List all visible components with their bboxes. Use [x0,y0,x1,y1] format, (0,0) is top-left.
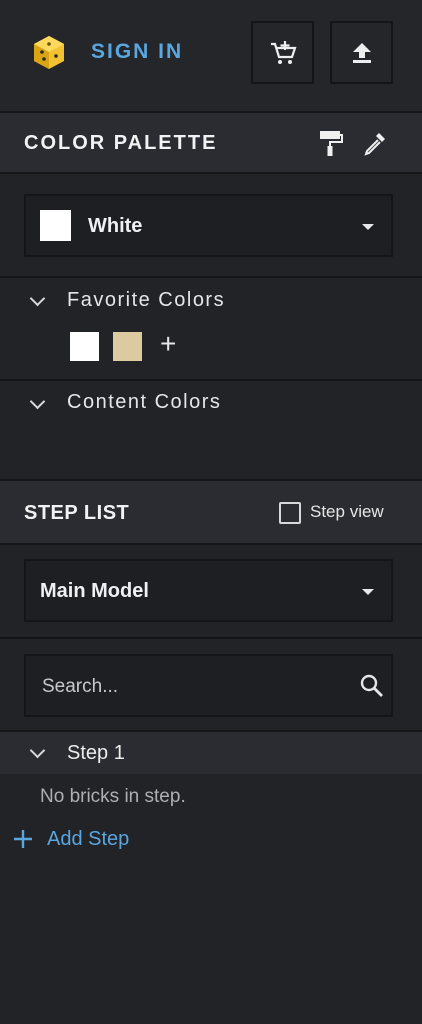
caret-down-icon [362,224,374,230]
section-title: COLOR PALETTE [24,132,218,154]
divider [0,543,422,545]
color-palette-header: COLOR PALETTE [0,113,422,172]
chevron-down-icon [29,742,46,759]
add-step-label: Add Step [47,828,130,850]
add-to-cart-icon [270,40,297,64]
add-to-cart-button[interactable] [251,21,314,84]
step-view-label: Step view [310,502,384,521]
color-select-dropdown[interactable]: White [24,194,393,257]
model-select-value: Main Model [40,580,149,602]
chevron-down-icon [29,290,46,307]
favorite-swatch[interactable] [113,332,142,361]
upload-button[interactable] [330,21,393,84]
upload-icon [352,42,371,63]
step-row[interactable]: Step 1 [0,732,422,774]
checkbox-box [279,502,301,524]
eyedropper-icon[interactable] [362,130,388,156]
sign-in-button[interactable]: SIGN IN [91,40,183,64]
add-favorite-color-button[interactable]: + [160,328,176,360]
chevron-down-icon [29,393,46,410]
search-box [24,654,393,717]
add-step-button[interactable]: Add Step [12,826,152,856]
content-colors-title: Content Colors [67,391,222,413]
step-list-header: STEP LIST Step view [0,481,422,543]
caret-down-icon [362,589,374,595]
paint-roller-icon[interactable] [318,129,344,157]
favorite-colors-title: Favorite Colors [67,289,226,311]
plus-icon [12,826,34,850]
selected-color-swatch [40,210,71,241]
search-icon[interactable] [359,673,385,699]
content-colors-toggle[interactable]: Content Colors [0,381,422,421]
step-view-checkbox[interactable]: Step view [279,500,395,526]
search-input[interactable] [40,656,344,717]
divider [0,637,422,639]
model-select-dropdown[interactable]: Main Model [24,559,393,622]
favorite-colors-toggle[interactable]: Favorite Colors [0,278,422,318]
cube-logo-icon [32,34,66,70]
divider [0,172,422,174]
section-title: STEP LIST [24,502,130,524]
selected-color-name: White [88,215,143,237]
empty-step-text: No bricks in step. [40,786,186,807]
step-label: Step 1 [67,742,125,764]
favorite-swatch[interactable] [70,332,99,361]
